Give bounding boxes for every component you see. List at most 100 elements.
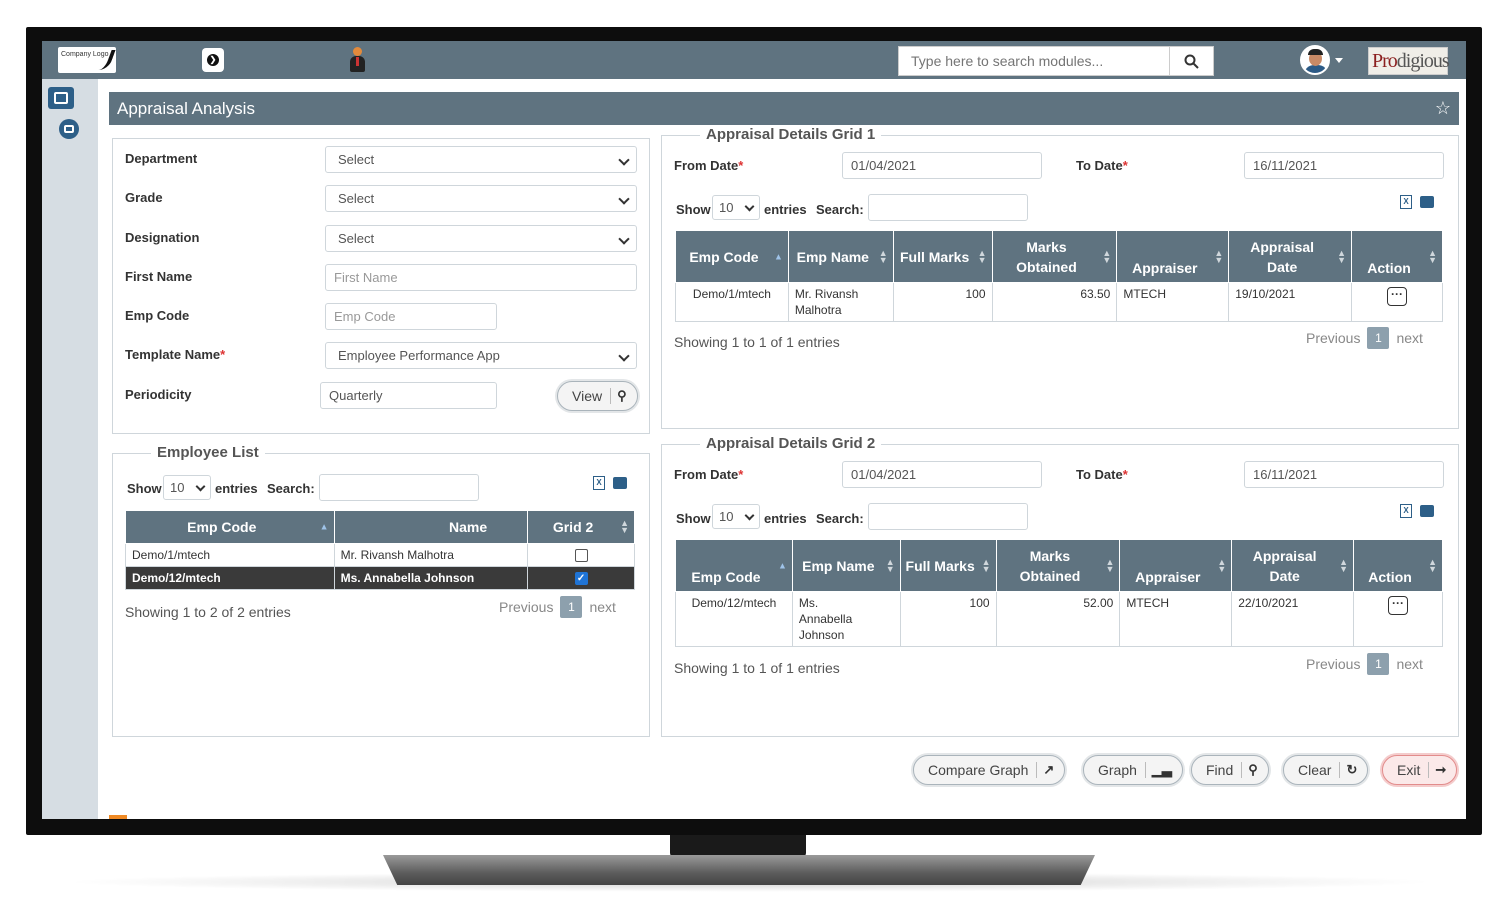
navigation-toggle-icon[interactable]: ❯ <box>202 48 224 72</box>
cell-grid2: ✓ <box>527 566 635 590</box>
find-button[interactable]: Find ⚲ <box>1191 755 1269 785</box>
table-row[interactable]: Demo/1/mtech Mr. Rivansh Malhotra 100 63… <box>675 282 1443 322</box>
cell-appraiser: MTECH <box>1116 282 1230 322</box>
page-1-button[interactable]: 1 <box>1367 653 1390 675</box>
grade-select[interactable]: Select <box>325 185 637 212</box>
department-select[interactable]: Select <box>325 146 637 173</box>
grid1-from-date[interactable]: 01/04/2021 <box>842 152 1042 179</box>
employee-list-panel: Employee List Show 10 entries Search: X … <box>112 444 650 737</box>
cell-emp-code: Demo/1/mtech <box>125 543 335 567</box>
module-search-input[interactable] <box>899 47 1169 75</box>
grid1-search-input[interactable] <box>868 194 1028 221</box>
col-marks-obtained-label: Marks Obtained <box>1016 238 1077 275</box>
col-appraisal-date[interactable]: Appraisal Date ▲ ▼ <box>1231 539 1355 592</box>
entries-select[interactable]: 10 <box>163 475 211 500</box>
favorite-star-icon[interactable]: ☆ <box>1435 92 1451 125</box>
department-label: Department <box>125 151 198 166</box>
col-grid2[interactable]: Grid 2 ▲ ▼ <box>527 510 635 544</box>
sidebar-reports-button[interactable] <box>59 119 79 139</box>
col-marks-obtained[interactable]: Marks Obtained ▲ ▼ <box>991 230 1118 283</box>
next-link[interactable]: next <box>1396 656 1422 672</box>
designation-select[interactable]: Select <box>325 225 637 252</box>
previous-link[interactable]: Previous <box>499 599 553 615</box>
template-name-label: Template Name* <box>125 347 226 362</box>
col-appraisal-date[interactable]: Appraisal Date ▲ ▼ <box>1228 230 1353 283</box>
col-action[interactable]: Action ▲ ▼ <box>1353 539 1443 592</box>
grid2-entries-select[interactable]: 10 <box>712 504 760 529</box>
col-emp-name[interactable]: Emp Name ▲ ▼ <box>787 230 894 283</box>
page-1-button[interactable]: 1 <box>1367 327 1390 349</box>
first-name-input[interactable]: First Name <box>325 264 637 291</box>
graph-button[interactable]: Graph ▁▃ <box>1083 755 1183 785</box>
col-emp-name-label: Emp Name <box>796 248 869 265</box>
next-link[interactable]: next <box>1396 330 1422 346</box>
table-row-selected[interactable]: Demo/12/mtech Ms. Annabella Johnson ✓ <box>125 566 635 590</box>
grid2-from-date[interactable]: 01/04/2021 <box>842 461 1042 488</box>
search-icon <box>1184 54 1199 69</box>
template-name-select[interactable]: Employee Performance App <box>325 342 637 369</box>
print-icon[interactable] <box>1420 505 1434 517</box>
entries-label: entries <box>764 511 807 526</box>
col-name[interactable]: Name <box>333 510 529 544</box>
view-button[interactable]: View ⚲ <box>557 381 638 411</box>
col-appraiser[interactable]: Appraiser ▲ ▼ <box>1119 539 1233 592</box>
col-emp-code[interactable]: Emp Code ▲ <box>125 510 335 544</box>
left-sidebar <box>42 79 98 819</box>
grid2-search-input[interactable] <box>868 503 1028 530</box>
excel-export-icon[interactable]: X <box>1400 504 1412 518</box>
cell-action: ··· <box>1351 282 1443 322</box>
user-avatar[interactable] <box>1300 45 1330 75</box>
search-button[interactable] <box>1169 47 1213 75</box>
app-screen: Company Logo ❯ Prodigious Appraisal Anal… <box>42 41 1466 819</box>
grid1-tools: X <box>1400 195 1434 209</box>
cell-emp-name-text: Ms. Annabella Johnson <box>798 596 853 642</box>
company-logo[interactable]: Company Logo <box>58 47 116 73</box>
grid2-checkbox-checked[interactable]: ✓ <box>574 572 588 586</box>
department-value: Select <box>338 152 375 167</box>
previous-link[interactable]: Previous <box>1306 330 1360 346</box>
col-emp-code[interactable]: Emp Code ▲ <box>675 230 789 283</box>
print-icon[interactable] <box>613 477 627 489</box>
table-row[interactable]: Demo/12/mtech Ms. Annabella Johnson 100 … <box>675 591 1443 647</box>
col-emp-name[interactable]: Emp Name ▲ ▼ <box>791 539 901 592</box>
entries-value: 10 <box>170 480 185 495</box>
exit-button[interactable]: Exit ➞ <box>1382 755 1458 785</box>
cell-emp-name: Ms. Annabella Johnson <box>791 591 901 647</box>
line-chart-icon: ↗ <box>1036 762 1054 778</box>
grid1-to-label: To Date* <box>1076 158 1128 173</box>
emp-code-label: Emp Code <box>125 308 190 323</box>
col-emp-code[interactable]: Emp Code ▲ <box>675 539 793 592</box>
col-action-label: Action <box>1368 569 1412 585</box>
next-link[interactable]: next <box>589 599 615 615</box>
grid2-to-date[interactable]: 16/11/2021 <box>1244 461 1444 488</box>
compare-graph-button[interactable]: Compare Graph ↗ <box>913 755 1066 785</box>
table-header-row: Emp Code ▲ Emp Name ▲ ▼ Full Marks ▲ ▼ Marks … <box>675 539 1443 592</box>
print-icon[interactable] <box>1420 196 1434 208</box>
col-marks-obtained[interactable]: Marks Obtained ▲ ▼ <box>995 539 1121 592</box>
grid2-checkbox[interactable] <box>574 549 588 563</box>
grid1-to-date[interactable]: 16/11/2021 <box>1244 152 1444 179</box>
sidebar-modules-button[interactable] <box>48 87 74 109</box>
periodicity-input[interactable]: Quarterly <box>320 382 497 409</box>
excel-export-icon[interactable]: X <box>1400 195 1412 209</box>
brand-logo: Prodigious <box>1368 47 1450 75</box>
grid1-entries-select[interactable]: 10 <box>712 195 760 220</box>
col-emp-code-label: Emp Code <box>691 569 761 585</box>
previous-link[interactable]: Previous <box>1306 656 1360 672</box>
table-row[interactable]: Demo/1/mtech Mr. Rivansh Malhotra <box>125 543 635 567</box>
col-full-marks[interactable]: Full Marks ▲ ▼ <box>899 539 997 592</box>
excel-export-icon[interactable]: X <box>593 476 605 490</box>
search-icon: ⚲ <box>1241 762 1258 778</box>
more-options-icon[interactable]: ··· <box>1387 287 1408 306</box>
employee-search-input[interactable] <box>319 474 479 501</box>
page-1-button[interactable]: 1 <box>560 596 583 618</box>
col-full-marks[interactable]: Full Marks ▲ ▼ <box>892 230 993 283</box>
col-appraiser[interactable]: Appraiser ▲ ▼ <box>1116 230 1230 283</box>
more-options-icon[interactable]: ··· <box>1388 596 1409 615</box>
chevron-down-icon[interactable] <box>1335 58 1343 63</box>
cell-action: ··· <box>1353 591 1443 647</box>
emp-code-input[interactable]: Emp Code <box>325 303 497 330</box>
clear-button[interactable]: Clear ↻ <box>1283 755 1369 785</box>
employee-icon[interactable] <box>348 47 366 75</box>
col-action[interactable]: Action ▲ ▼ <box>1351 230 1443 283</box>
